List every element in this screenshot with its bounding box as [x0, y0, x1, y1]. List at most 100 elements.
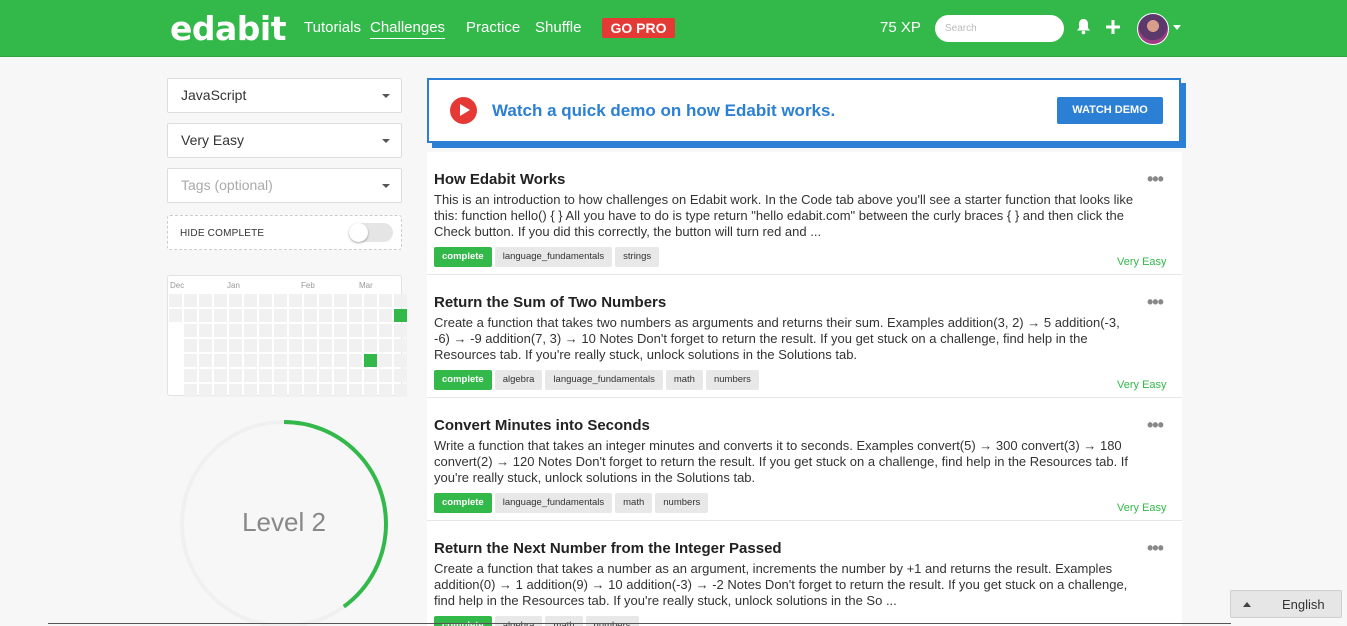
- heatmap-cell: [304, 354, 317, 367]
- heatmap-cell: [229, 294, 242, 307]
- tag[interactable]: language_fundamentals: [494, 493, 613, 513]
- toggle-knob: [349, 223, 368, 242]
- hide-complete-label: HIDE COMPLETE: [180, 228, 265, 239]
- heatmap-cell: [184, 309, 197, 322]
- challenge-title[interactable]: Return the Next Number from the Integer …: [434, 540, 782, 557]
- language-selector-button[interactable]: English: [1230, 590, 1342, 618]
- heatmap-cell: [259, 339, 272, 352]
- heatmap-cell: [304, 324, 317, 337]
- heatmap-cell: [244, 339, 257, 352]
- complete-badge[interactable]: complete: [434, 493, 492, 513]
- heatmap-cell: [184, 324, 197, 337]
- navbar: edabit Tutorials Challenges Practice Shu…: [0, 0, 1347, 57]
- heatmap-cell: [364, 309, 377, 322]
- heatmap-cell: [274, 309, 287, 322]
- nav-challenges[interactable]: Challenges: [370, 19, 446, 39]
- heatmap-cell: [379, 354, 392, 367]
- difficulty-select[interactable]: Very Easy: [167, 123, 402, 158]
- challenge-title[interactable]: Convert Minutes into Seconds: [434, 417, 650, 434]
- logo[interactable]: edabit: [170, 9, 286, 48]
- complete-badge[interactable]: complete: [434, 247, 492, 267]
- heatmap-cell: [274, 294, 287, 307]
- tag[interactable]: language_fundamentals: [494, 247, 613, 267]
- challenge-title[interactable]: Return the Sum of Two Numbers: [434, 294, 666, 311]
- heatmap-cell: [289, 369, 302, 382]
- heatmap-cell: [244, 309, 257, 322]
- heatmap-cell: [184, 369, 197, 382]
- heatmap-cell: [304, 339, 317, 352]
- heatmap-cell: [259, 324, 272, 337]
- complete-badge[interactable]: complete: [434, 370, 492, 390]
- heatmap-cell: [214, 309, 227, 322]
- tag[interactable]: math: [665, 370, 703, 390]
- tags-select[interactable]: Tags (optional): [167, 168, 402, 203]
- language-select[interactable]: JavaScript: [167, 78, 402, 113]
- more-options-icon[interactable]: •••: [1147, 169, 1164, 190]
- tag[interactable]: algebra: [494, 616, 543, 626]
- nav-practice[interactable]: Practice: [466, 19, 520, 36]
- heatmap-cell: [379, 294, 392, 307]
- bottom-divider: [48, 623, 1231, 624]
- heatmap-cell: [184, 354, 197, 367]
- heatmap-cell: [199, 354, 212, 367]
- tag[interactable]: numbers: [655, 493, 709, 513]
- hide-complete-toggle[interactable]: [349, 223, 393, 242]
- heatmap-cell: [304, 384, 317, 397]
- challenge-description: This is an introduction to how challenge…: [434, 192, 1134, 239]
- tag[interactable]: algebra: [494, 370, 543, 390]
- more-options-icon[interactable]: •••: [1147, 538, 1164, 559]
- heatmap-cell: [334, 309, 347, 322]
- heatmap-cell: [394, 339, 407, 352]
- heatmap-cell: [259, 384, 272, 397]
- play-icon[interactable]: [450, 97, 477, 124]
- tag[interactable]: numbers: [585, 616, 639, 626]
- challenge-description: Create a function that takes two numbers…: [434, 315, 1120, 362]
- nav-shuffle[interactable]: Shuffle: [535, 19, 581, 36]
- chevron-down-icon: [382, 139, 390, 143]
- heatmap-cell: [214, 294, 227, 307]
- caret-down-icon[interactable]: [1173, 25, 1181, 30]
- language-select-value: JavaScript: [181, 87, 247, 103]
- go-pro-button[interactable]: GO PRO: [602, 18, 675, 38]
- tag[interactable]: numbers: [705, 370, 759, 390]
- heatmap-cell: [184, 384, 197, 397]
- heatmap-cell: [244, 369, 257, 382]
- more-options-icon[interactable]: •••: [1147, 415, 1164, 436]
- challenge-card[interactable]: Convert Minutes into Seconds Write a func…: [427, 398, 1182, 521]
- heatmap-cell: [274, 384, 287, 397]
- heatmap-cell: [319, 309, 332, 322]
- heatmap-cell: [229, 354, 242, 367]
- plus-icon[interactable]: [1106, 20, 1120, 39]
- challenge-card[interactable]: How Edabit Works This is an introduction …: [427, 152, 1182, 275]
- avatar[interactable]: [1137, 13, 1169, 45]
- heatmap-month: Feb: [301, 281, 315, 290]
- heatmap-cell: [319, 294, 332, 307]
- heatmap-cell: [199, 294, 212, 307]
- heatmap-cell: [379, 309, 392, 322]
- more-options-icon[interactable]: •••: [1147, 292, 1164, 313]
- complete-badge[interactable]: complete: [434, 616, 492, 626]
- watch-demo-button[interactable]: WATCH DEMO: [1057, 97, 1163, 124]
- bell-icon[interactable]: [1076, 18, 1091, 40]
- difficulty-select-value: Very Easy: [181, 132, 245, 148]
- tag[interactable]: language_fundamentals: [545, 370, 663, 390]
- heatmap-cell: [274, 339, 287, 352]
- search-input[interactable]: [935, 15, 1064, 42]
- heatmap-cell: [169, 309, 182, 322]
- challenge-card[interactable]: Return the Sum of Two Numbers Create a fu…: [427, 275, 1182, 398]
- activity-heatmap: Dec Jan Feb Mar: [167, 275, 407, 397]
- heatmap-cell: [364, 384, 377, 397]
- heatmap-cell: [334, 324, 347, 337]
- nav-tutorials[interactable]: Tutorials: [304, 19, 361, 36]
- heatmap-cell: [184, 294, 197, 307]
- heatmap-cell: [229, 384, 242, 397]
- heatmap-cell: [334, 369, 347, 382]
- heatmap-cell: [229, 324, 242, 337]
- tag[interactable]: strings: [615, 247, 660, 267]
- tag[interactable]: math: [545, 616, 583, 626]
- tag[interactable]: math: [615, 493, 653, 513]
- chevron-down-icon: [382, 94, 390, 98]
- challenge-title[interactable]: How Edabit Works: [434, 171, 565, 188]
- heatmap-cell: [349, 339, 362, 352]
- challenge-card[interactable]: Return the Next Number from the Integer …: [427, 521, 1182, 626]
